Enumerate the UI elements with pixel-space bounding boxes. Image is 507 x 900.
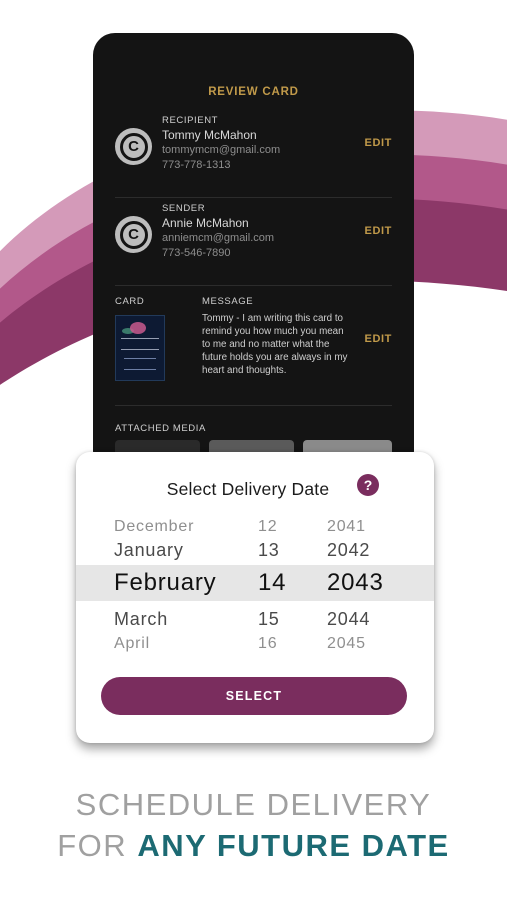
recipient-label: RECIPIENT bbox=[162, 115, 219, 126]
sender-email: anniemcm@gmail.com bbox=[162, 232, 275, 244]
recipient-phone: 773-778-1313 bbox=[162, 159, 231, 171]
help-icon[interactable]: ? bbox=[357, 474, 379, 496]
message-edit-button[interactable]: EDIT bbox=[365, 333, 392, 345]
sender-label: SENDER bbox=[162, 203, 206, 214]
tagline-line-2: FOR ANY FUTURE DATE bbox=[0, 828, 507, 864]
recipient-edit-button[interactable]: EDIT bbox=[365, 137, 392, 149]
sender-edit-button[interactable]: EDIT bbox=[365, 225, 392, 237]
sender-name: Annie McMahon bbox=[162, 216, 249, 230]
sender-phone: 773-546-7890 bbox=[162, 247, 231, 259]
message-label: MESSAGE bbox=[202, 296, 254, 307]
delivery-date-picker: Select Delivery Date ? December 12 2041 … bbox=[76, 452, 434, 743]
attached-media-label: ATTACHED MEDIA bbox=[115, 423, 206, 434]
sender-section: C SENDER Annie McMahon anniemcm@gmail.co… bbox=[115, 203, 392, 286]
phone-screen: REVIEW CARD C RECIPIENT Tommy McMahon to… bbox=[93, 33, 414, 473]
tagline-accent: ANY FUTURE DATE bbox=[137, 828, 450, 863]
picker-title: Select Delivery Date bbox=[166, 479, 330, 499]
card-label: CARD bbox=[115, 296, 145, 307]
message-text: Tommy - I am writing this card to remind… bbox=[202, 313, 348, 376]
sender-avatar: C bbox=[115, 216, 152, 253]
tagline-prefix: FOR bbox=[57, 828, 138, 863]
card-message-section: CARD MESSAGE Tommy - I am writing this c… bbox=[115, 293, 392, 406]
recipient-section: C RECIPIENT Tommy McMahon tommymcm@gmail… bbox=[115, 115, 392, 198]
recipient-name: Tommy McMahon bbox=[162, 128, 257, 142]
review-card-title: REVIEW CARD bbox=[208, 86, 299, 98]
select-button[interactable]: SELECT bbox=[101, 677, 407, 715]
tagline-line-1: SCHEDULE DELIVERY bbox=[75, 787, 432, 822]
recipient-avatar: C bbox=[115, 128, 152, 165]
recipient-email: tommymcm@gmail.com bbox=[162, 144, 281, 156]
card-thumbnail[interactable] bbox=[115, 315, 165, 381]
